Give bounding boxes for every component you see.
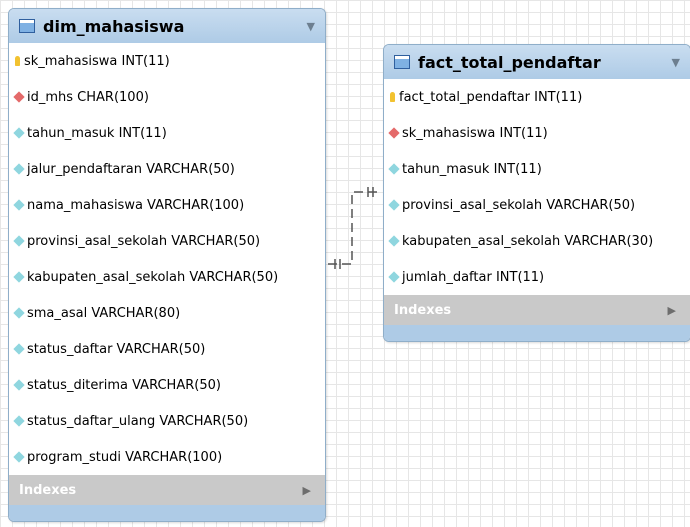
foreign-key-icon [388,127,400,139]
indexes-label: Indexes [394,302,452,318]
table-icon [19,19,35,33]
table-footer [9,505,325,521]
column-icon [13,235,25,247]
table-dim-mahasiswa[interactable]: dim_mahasiswa ▼ sk_mahasiswa INT(11) id_m… [8,8,326,522]
column-label: sma_asal VARCHAR(80) [27,305,181,321]
collapse-icon[interactable]: ▼ [307,20,315,33]
expand-arrow-icon[interactable]: ▶ [668,304,676,317]
column-row[interactable]: kabupaten_asal_sekolah VARCHAR(30) [384,223,690,259]
indexes-section[interactable]: Indexes ▶ [384,295,690,325]
column-icon [388,235,400,247]
table-header[interactable]: dim_mahasiswa ▼ [9,9,325,43]
column-label: status_daftar_ulang VARCHAR(50) [27,413,249,429]
expand-arrow-icon[interactable]: ▶ [303,484,311,497]
column-label: jumlah_daftar INT(11) [402,269,545,285]
column-label: provinsi_asal_sekolah VARCHAR(50) [402,197,636,213]
column-label: status_diterima VARCHAR(50) [27,377,221,393]
column-icon [388,163,400,175]
column-label: kabupaten_asal_sekolah VARCHAR(30) [402,233,654,249]
table-header[interactable]: fact_total_pendaftar ▼ [384,45,690,79]
column-list: sk_mahasiswa INT(11) id_mhs CHAR(100) tahu… [9,43,325,475]
column-row[interactable]: sk_mahasiswa INT(11) [9,43,325,79]
table-footer [384,325,690,341]
column-label: tahun_masuk INT(11) [27,125,167,141]
column-row[interactable]: program_studi VARCHAR(100) [9,439,325,475]
column-label: jalur_pendaftaran VARCHAR(50) [27,161,235,177]
column-row[interactable]: status_daftar VARCHAR(50) [9,331,325,367]
column-row[interactable]: kabupaten_asal_sekolah VARCHAR(50) [9,259,325,295]
column-icon [13,199,25,211]
column-icon [13,271,25,283]
foreign-key-icon [13,91,25,103]
table-fact-total-pendaftar[interactable]: fact_total_pendaftar ▼ fact_total_pendaf… [383,44,690,342]
column-row[interactable]: status_diterima VARCHAR(50) [9,367,325,403]
column-row[interactable]: fact_total_pendaftar INT(11) [384,79,690,115]
column-label: sk_mahasiswa INT(11) [402,125,548,141]
column-label: provinsi_asal_sekolah VARCHAR(50) [27,233,261,249]
column-row[interactable]: jalur_pendaftaran VARCHAR(50) [9,151,325,187]
table-icon [394,55,410,69]
column-list: fact_total_pendaftar INT(11) sk_mahasiswa… [384,79,690,295]
collapse-icon[interactable]: ▼ [672,56,680,69]
column-label: fact_total_pendaftar INT(11) [399,89,583,105]
indexes-label: Indexes [19,482,77,498]
column-label: nama_mahasiswa VARCHAR(100) [27,197,245,213]
column-row[interactable]: jumlah_daftar INT(11) [384,259,690,295]
column-icon [13,163,25,175]
column-label: status_daftar VARCHAR(50) [27,341,206,357]
column-icon [13,415,25,427]
column-icon [388,271,400,283]
column-row[interactable]: sk_mahasiswa INT(11) [384,115,690,151]
column-label: sk_mahasiswa INT(11) [24,53,170,69]
column-label: tahun_masuk INT(11) [402,161,542,177]
column-icon [13,343,25,355]
column-icon [13,307,25,319]
column-row[interactable]: provinsi_asal_sekolah VARCHAR(50) [9,223,325,259]
column-row[interactable]: tahun_masuk INT(11) [9,115,325,151]
column-row[interactable]: nama_mahasiswa VARCHAR(100) [9,187,325,223]
table-title: dim_mahasiswa [43,16,185,36]
column-label: id_mhs CHAR(100) [27,89,149,105]
column-row[interactable]: tahun_masuk INT(11) [384,151,690,187]
column-row[interactable]: status_daftar_ulang VARCHAR(50) [9,403,325,439]
column-row[interactable]: id_mhs CHAR(100) [9,79,325,115]
column-icon [13,127,25,139]
indexes-section[interactable]: Indexes ▶ [9,475,325,505]
primary-key-icon [390,92,395,102]
column-icon [388,199,400,211]
column-icon [13,379,25,391]
column-label: program_studi VARCHAR(100) [27,449,223,465]
column-row[interactable]: sma_asal VARCHAR(80) [9,295,325,331]
column-row[interactable]: provinsi_asal_sekolah VARCHAR(50) [384,187,690,223]
column-label: kabupaten_asal_sekolah VARCHAR(50) [27,269,279,285]
table-title: fact_total_pendaftar [418,52,601,72]
column-icon [13,451,25,463]
primary-key-icon [15,56,20,66]
